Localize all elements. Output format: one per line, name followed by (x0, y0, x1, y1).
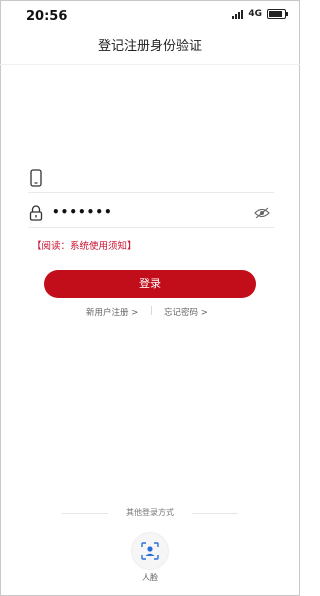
forgot-password-link[interactable]: 忘记密码 > (164, 306, 208, 318)
lock-icon (29, 205, 43, 221)
login-button[interactable]: 登录 (44, 270, 256, 298)
other-login-divider: 其他登录方式 (62, 507, 238, 521)
page-title: 登记注册身份验证 (97, 39, 202, 54)
face-recognition-icon (141, 542, 159, 560)
phone-field[interactable] (28, 166, 274, 193)
signal-bars-icon (232, 9, 244, 19)
status-indicators: 4G (232, 9, 288, 19)
network-type: 4G (248, 9, 262, 19)
face-login-button[interactable] (131, 532, 169, 570)
status-time: 20:56 (26, 9, 68, 24)
password-field[interactable]: ••••••• (28, 201, 274, 228)
link-separator: | (150, 306, 153, 316)
register-link[interactable]: 新用户注册 > (86, 306, 138, 318)
divider-line-right (192, 513, 238, 514)
password-input[interactable]: ••••••• (52, 205, 113, 219)
battery-icon (267, 9, 288, 19)
battery-level (269, 11, 282, 17)
phone-icon (30, 169, 42, 187)
system-notice-link[interactable]: 【阅读：系统使用须知】 (32, 238, 137, 252)
page-header: 登记注册身份验证 (0, 32, 300, 65)
eye-hidden-icon[interactable] (254, 207, 270, 219)
status-bar: 20:56 4G (0, 0, 300, 32)
face-login-label: 人脸 (142, 573, 158, 582)
